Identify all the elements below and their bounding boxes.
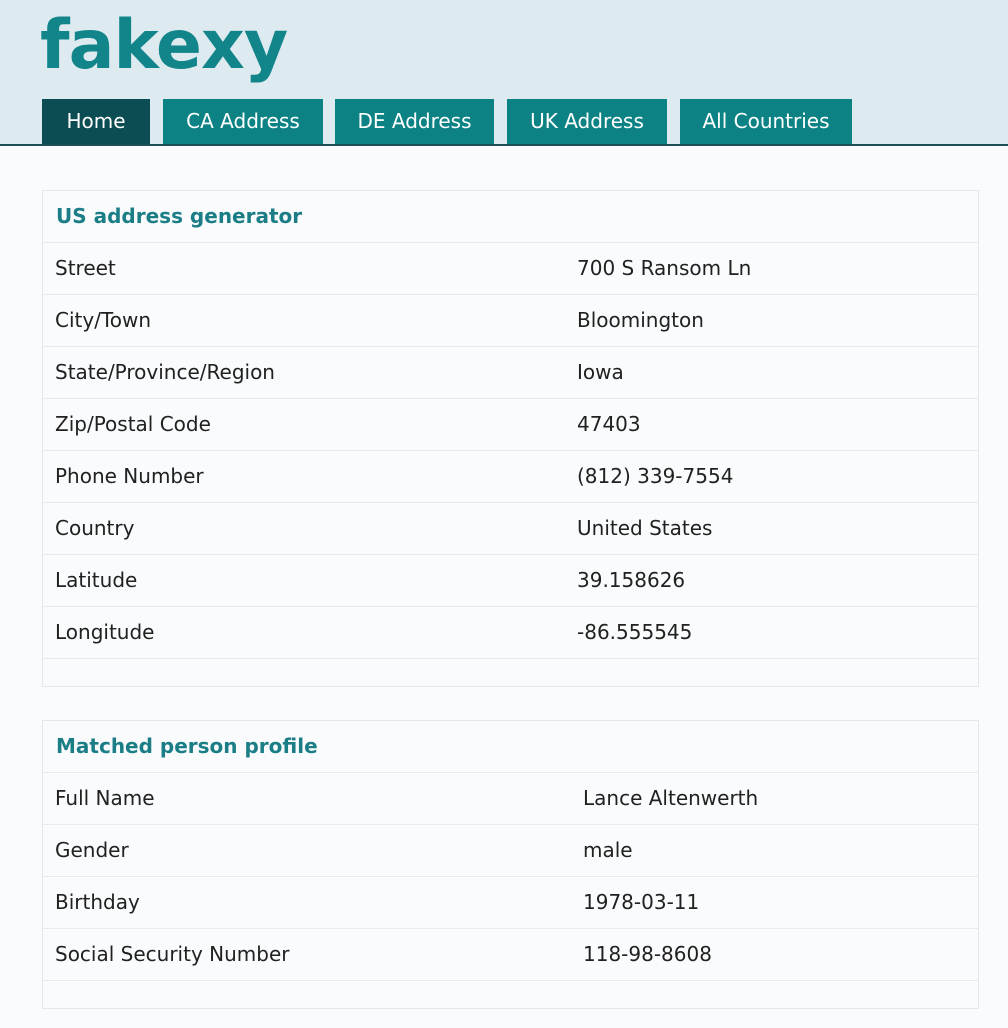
row-label: City/Town (55, 308, 152, 332)
row-value: male (583, 838, 633, 862)
person-card: Matched person profile Full Name Lance A… (42, 720, 979, 1009)
row-value: 1978-03-11 (583, 890, 700, 914)
tab-uk-address[interactable]: UK Address (507, 99, 667, 144)
table-row: Latitude 39.158626 (43, 555, 978, 607)
row-label: Full Name (55, 786, 155, 810)
table-row: Full Name Lance Altenwerth (43, 773, 978, 825)
tab-home[interactable]: Home (42, 99, 150, 144)
site-header: fakexy Home CA Address DE Address UK Add… (0, 0, 1008, 146)
table-row: Street 700 S Ransom Ln (43, 243, 978, 295)
row-value: 700 S Ransom Ln (577, 256, 752, 280)
table-row: Phone Number (812) 339-7554 (43, 451, 978, 503)
row-value: 47403 (577, 412, 641, 436)
table-row: Zip/Postal Code 47403 (43, 399, 978, 451)
card-footer (43, 981, 978, 1008)
tab-ca-address[interactable]: CA Address (163, 99, 323, 144)
row-label: State/Province/Region (55, 360, 275, 384)
table-row: Longitude -86.555545 (43, 607, 978, 659)
row-value: 118-98-8608 (583, 942, 712, 966)
address-card-title: US address generator (43, 191, 978, 243)
row-value: -86.555545 (577, 620, 693, 644)
row-label: Gender (55, 838, 129, 862)
table-row: State/Province/Region Iowa (43, 347, 978, 399)
row-label: Street (55, 256, 116, 280)
tab-de-address[interactable]: DE Address (335, 99, 494, 144)
row-label: Zip/Postal Code (55, 412, 211, 436)
card-footer (43, 659, 978, 686)
table-row: Country United States (43, 503, 978, 555)
row-value: Bloomington (577, 308, 704, 332)
row-label: Country (55, 516, 135, 540)
table-row: City/Town Bloomington (43, 295, 978, 347)
table-row: Gender male (43, 825, 978, 877)
row-value: (812) 339-7554 (577, 464, 734, 488)
row-value: United States (577, 516, 713, 540)
row-label: Latitude (55, 568, 138, 592)
row-value: 39.158626 (577, 568, 686, 592)
person-card-title: Matched person profile (43, 721, 978, 773)
row-label: Phone Number (55, 464, 204, 488)
table-row: Social Security Number 118-98-8608 (43, 929, 978, 981)
tab-all-countries[interactable]: All Countries (680, 99, 852, 144)
row-label: Longitude (55, 620, 155, 644)
row-value: Iowa (577, 360, 624, 384)
address-card: US address generator Street 700 S Ransom… (42, 190, 979, 687)
row-value: Lance Altenwerth (583, 786, 759, 810)
site-logo[interactable]: fakexy (40, 6, 288, 86)
table-row: Birthday 1978-03-11 (43, 877, 978, 929)
row-label: Birthday (55, 890, 140, 914)
row-label: Social Security Number (55, 942, 290, 966)
